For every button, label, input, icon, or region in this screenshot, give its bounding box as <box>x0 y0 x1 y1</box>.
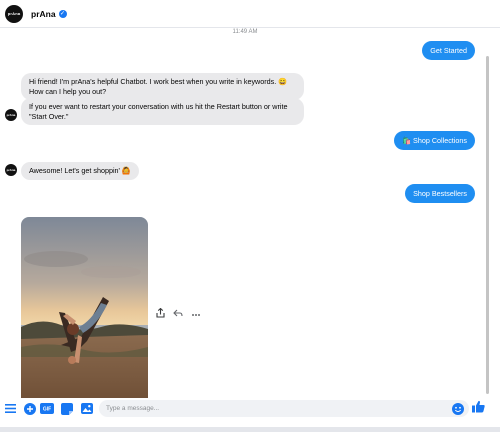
page-title[interactable]: prAna <box>31 9 56 19</box>
bot-avatar[interactable]: prAna <box>5 109 17 121</box>
shop-collections-message: 🛍️ Shop Collections <box>394 131 475 150</box>
shop-bestsellers-message: Shop Bestsellers <box>405 184 475 203</box>
message-actions <box>156 307 201 320</box>
message-composer: GIF Type a message... <box>0 398 500 422</box>
restart-info-message: If you ever want to restart your convers… <box>21 98 304 126</box>
bot-avatar[interactable]: prAna <box>5 164 17 176</box>
gif-label: GIF <box>43 407 51 413</box>
window-bottom-edge <box>0 427 500 432</box>
product-photo[interactable] <box>21 217 148 405</box>
get-started-message: Get Started <box>422 41 475 60</box>
plus-icon[interactable] <box>23 402 36 415</box>
verified-icon: ✓ <box>58 9 67 18</box>
more-icon[interactable] <box>191 310 201 319</box>
message-input-placeholder: Type a message... <box>106 405 160 412</box>
message-timestamp: 11:49 AM <box>232 29 258 35</box>
thumbs-up-icon[interactable] <box>472 400 485 413</box>
sticker-icon[interactable] <box>60 402 73 415</box>
greeting-message: Hi friend! I'm prAna's helpful Chatbot. … <box>21 73 304 101</box>
scrollbar[interactable] <box>486 56 489 394</box>
chat-header: prAna prAna ✓ <box>0 0 500 28</box>
awesome-message: Awesome! Let's get shoppin' 🙆 <box>21 162 139 180</box>
image-icon[interactable] <box>80 402 93 415</box>
emoji-icon[interactable] <box>451 402 464 415</box>
reply-icon[interactable] <box>173 309 183 319</box>
gif-icon[interactable]: GIF <box>40 402 54 415</box>
menu-icon[interactable] <box>4 402 17 415</box>
brand-logo[interactable]: prAna <box>5 4 23 23</box>
message-input[interactable]: Type a message... <box>99 400 469 417</box>
share-icon[interactable] <box>156 307 165 320</box>
